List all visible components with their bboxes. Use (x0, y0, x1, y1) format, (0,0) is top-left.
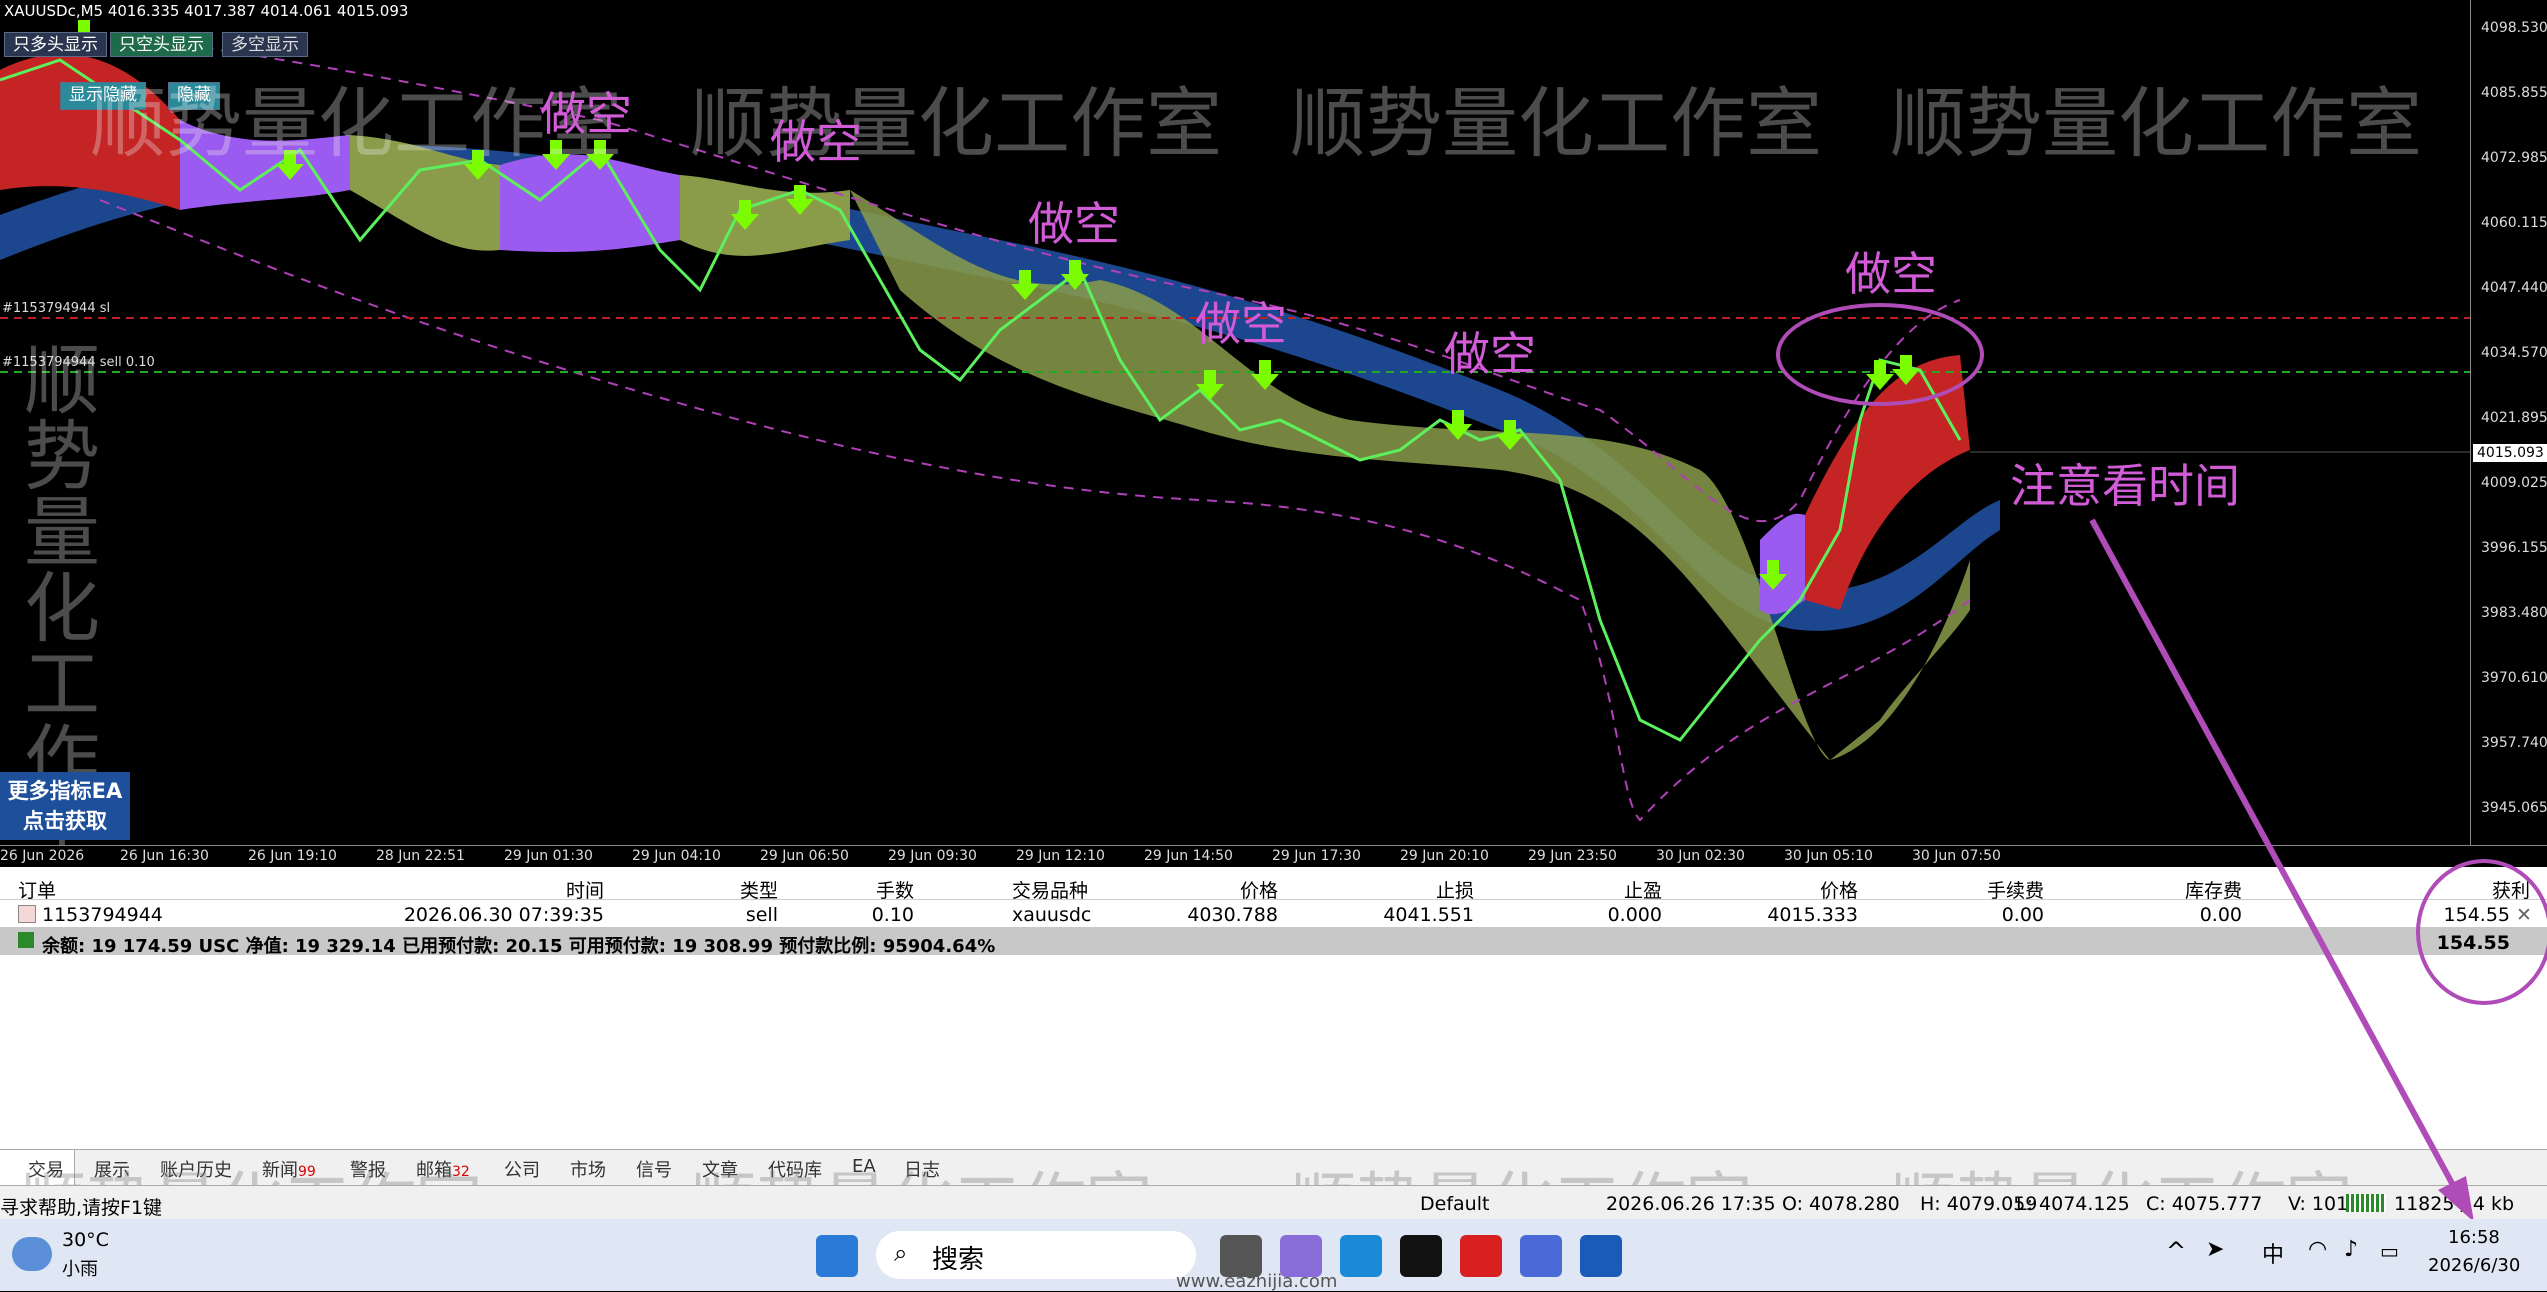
word-icon[interactable] (1580, 1235, 1622, 1277)
weather-icon[interactable] (12, 1237, 52, 1271)
ime-indicator[interactable]: 中 (2262, 1237, 2284, 1269)
edge-icon[interactable] (1340, 1235, 1382, 1277)
volume-icon[interactable]: ♪ (2344, 1237, 2358, 1262)
battery-icon[interactable]: ▭ (2380, 1239, 2399, 1263)
search-label: 搜索 (932, 1245, 985, 1275)
ec-icon[interactable] (1460, 1235, 1502, 1277)
site-watermark: www.eazhijia.com (1176, 1271, 1338, 1292)
weather-temp: 30°C (62, 1229, 109, 1251)
pointer-arrow-layer (2089, 518, 2474, 1222)
clock-date[interactable]: 2026/6/30 (2428, 1255, 2520, 1276)
pointer-arrow-line (2089, 518, 2463, 1200)
tray-chevron-icon[interactable]: ^ (2166, 1237, 2186, 1265)
feather-app-icon[interactable] (1520, 1235, 1562, 1277)
qq-icon[interactable] (1400, 1235, 1442, 1277)
wifi-icon[interactable]: ◠ (2308, 1237, 2327, 1262)
tray-send-icon[interactable]: ➤ (2206, 1237, 2224, 1262)
pointer-arrow-head (2438, 1176, 2474, 1222)
start-windows-icon[interactable] (816, 1235, 858, 1277)
weather-desc: 小雨 (62, 1259, 98, 1280)
clock-time[interactable]: 16:58 (2448, 1227, 2500, 1248)
search-box[interactable]: ⌕ 搜索 (876, 1231, 1196, 1279)
taskbar: 30°C 小雨 ⌕ 搜索 www.eazhijia.com ^ ➤ 中 ◠ ♪ … (0, 1219, 2547, 1292)
search-icon: ⌕ (894, 1239, 908, 1267)
